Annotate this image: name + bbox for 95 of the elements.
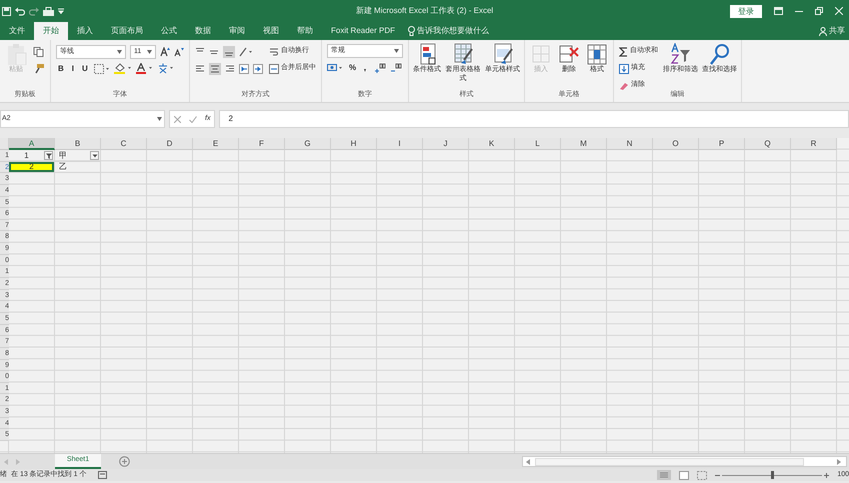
macro-record-icon[interactable] xyxy=(98,471,108,479)
scroll-left-icon[interactable] xyxy=(526,458,532,464)
table-cell[interactable]: 2 xyxy=(9,162,55,174)
ribbon-tab[interactable]: 数据 xyxy=(186,22,220,40)
undo-icon[interactable] xyxy=(15,6,25,16)
filter-icon[interactable] xyxy=(46,152,52,158)
decrease-font-icon[interactable] xyxy=(174,46,184,56)
format-painter-icon[interactable] xyxy=(33,64,45,74)
add-sheet-icon[interactable] xyxy=(119,456,130,467)
column-header[interactable]: Q xyxy=(745,138,791,150)
formula-input[interactable]: 2 xyxy=(219,110,849,128)
login-button[interactable]: 登录 xyxy=(730,4,762,18)
column-header[interactable]: K xyxy=(469,138,515,150)
column-header[interactable]: D xyxy=(147,138,193,150)
caret-icon xyxy=(117,50,122,54)
ribbon-tab[interactable]: 插入 xyxy=(68,22,102,40)
scrollbar-thumb[interactable] xyxy=(535,458,804,466)
column-header[interactable]: M xyxy=(561,138,607,150)
format-button[interactable]: % xyxy=(345,59,360,76)
search-icon xyxy=(708,43,730,65)
ribbon-tab[interactable]: 开始 xyxy=(34,22,68,40)
column-header[interactable]: F xyxy=(239,138,285,150)
align-bottom-icon[interactable] xyxy=(223,46,235,58)
orientation-icon[interactable] xyxy=(239,46,254,56)
close-icon[interactable] xyxy=(835,7,843,15)
ribbon-tab[interactable]: 页面布局 xyxy=(102,22,152,40)
tell-me-search[interactable]: 告诉我你想要做什么 xyxy=(417,22,490,40)
zoom-in-icon[interactable] xyxy=(824,472,830,478)
sort-filter-icon xyxy=(670,43,692,65)
ribbon-tab[interactable]: 审阅 xyxy=(220,22,254,40)
column-header[interactable]: G xyxy=(285,138,331,150)
column-header[interactable]: I xyxy=(377,138,423,150)
share-link[interactable]: 共享 xyxy=(829,22,845,40)
person-icon xyxy=(819,26,827,36)
column-header[interactable]: B xyxy=(55,138,101,150)
table-cell[interactable]: 甲 xyxy=(55,150,101,162)
sigma-icon xyxy=(619,46,628,56)
ribbon-display-icon[interactable] xyxy=(774,7,783,15)
restore-icon[interactable] xyxy=(815,7,823,15)
lightbulb-icon xyxy=(408,26,416,36)
copy-icon[interactable] xyxy=(33,46,45,56)
ribbon-tab[interactable]: 文件 xyxy=(0,22,34,40)
column-header[interactable]: O xyxy=(653,138,699,150)
ribbon-tab[interactable]: 公式 xyxy=(152,22,186,40)
align-left-icon[interactable] xyxy=(195,64,205,74)
column-header[interactable]: P xyxy=(699,138,745,150)
save-icon[interactable] xyxy=(2,6,11,16)
column-header[interactable]: J xyxy=(423,138,469,150)
delete-cells-icon xyxy=(558,43,580,65)
column-header[interactable]: L xyxy=(515,138,561,150)
ribbon-tab[interactable]: Foxit Reader PDF xyxy=(322,22,404,40)
ribbon-tab[interactable]: 视图 xyxy=(254,22,288,40)
touch-mode-icon[interactable] xyxy=(43,6,54,16)
currency-icon[interactable] xyxy=(327,62,343,72)
increase-decimal-icon[interactable] xyxy=(374,62,386,72)
page-layout-icon[interactable] xyxy=(679,470,690,480)
format-button[interactable]: I xyxy=(68,60,78,77)
column-header[interactable]: R xyxy=(791,138,837,150)
table-format-icon xyxy=(452,43,474,65)
column-header[interactable]: C xyxy=(101,138,147,150)
slider-thumb[interactable] xyxy=(771,471,774,479)
fill-color-icon[interactable] xyxy=(114,63,132,74)
customize-icon[interactable] xyxy=(58,8,64,14)
align-right-icon[interactable] xyxy=(225,64,235,74)
eraser-icon xyxy=(619,80,629,90)
caret-icon xyxy=(157,117,162,121)
format-cells-icon xyxy=(586,43,608,65)
font-color-icon[interactable] xyxy=(136,63,154,74)
column-header[interactable]: H xyxy=(331,138,377,150)
increase-font-icon[interactable] xyxy=(160,46,170,56)
table-cell[interactable]: 乙 xyxy=(55,162,101,174)
decrease-indent-icon[interactable] xyxy=(239,64,249,74)
column-header[interactable]: N xyxy=(607,138,653,150)
format-button[interactable]: B xyxy=(54,60,68,77)
horizontal-scrollbar[interactable] xyxy=(522,456,847,467)
caret-icon xyxy=(394,49,399,53)
scroll-right-icon[interactable] xyxy=(837,458,843,464)
window-title: 新建 Microsoft Excel 工作表 (2) - Excel xyxy=(356,6,494,15)
column-header[interactable]: A xyxy=(9,138,55,150)
zoom-out-icon[interactable] xyxy=(715,472,720,478)
caret-icon xyxy=(147,50,152,54)
column-header[interactable]: E xyxy=(193,138,239,150)
wrap-text-icon xyxy=(269,46,279,56)
cell-styles-icon xyxy=(492,43,514,65)
normal-view-icon[interactable] xyxy=(657,470,672,480)
increase-indent-icon[interactable] xyxy=(253,64,263,74)
dropdown-icon[interactable] xyxy=(92,152,98,158)
border-icon[interactable] xyxy=(94,64,110,74)
fill-down-icon xyxy=(619,64,629,74)
insert-cells-icon xyxy=(530,43,552,65)
ribbon-tab[interactable]: 帮助 xyxy=(288,22,322,40)
format-button[interactable]: U xyxy=(78,60,92,77)
align-center-icon[interactable] xyxy=(209,62,221,74)
decrease-decimal-icon[interactable] xyxy=(390,62,402,72)
merge-center-icon xyxy=(269,64,279,74)
